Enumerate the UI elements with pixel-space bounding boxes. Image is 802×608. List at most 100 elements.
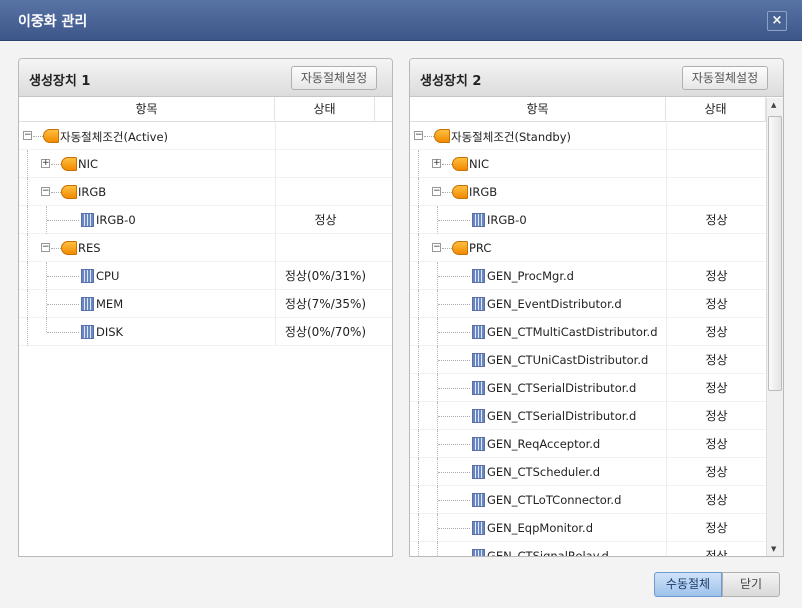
status-cell: [666, 150, 766, 178]
tree-line: [27, 234, 28, 262]
tree-line: [51, 248, 61, 249]
tree-line: [418, 318, 419, 346]
tree-line: [418, 206, 419, 234]
tree-item-label: GEN_CTScheduler.d: [487, 465, 601, 479]
tree-item-label: NIC: [469, 157, 490, 171]
auto-switch-settings-button[interactable]: 자동절체설정: [682, 66, 768, 90]
collapse-icon[interactable]: −: [23, 131, 32, 140]
tree-row[interactable]: GEN_EqpMonitor.d 정상: [410, 514, 783, 542]
tree-row[interactable]: GEN_CTSerialDistributor.d 정상: [410, 374, 783, 402]
document-icon: [81, 325, 94, 339]
tree-row[interactable]: DISK 정상(0%/70%): [19, 318, 392, 346]
document-icon: [472, 521, 485, 535]
tree-row[interactable]: GEN_CTSerialDistributor.d 정상: [410, 402, 783, 430]
collapse-icon[interactable]: −: [432, 243, 441, 252]
status-cell: 정상(0%/31%): [275, 262, 375, 290]
tree-line: [33, 136, 43, 137]
tree-row[interactable]: GEN_EventDistributor.d 정상: [410, 290, 783, 318]
status-cell: 정상(0%/70%): [275, 318, 375, 346]
column-header-item[interactable]: 항목: [19, 97, 275, 122]
tree-row[interactable]: + NIC: [19, 150, 392, 178]
tree-line: [27, 150, 28, 178]
tree-item-label: 자동절체조건(Active): [60, 130, 169, 144]
tree-line: [438, 332, 470, 333]
tree-line: [46, 318, 47, 332]
collapse-icon[interactable]: −: [432, 187, 441, 196]
tree-line: [418, 346, 419, 374]
tree-line: [438, 220, 470, 221]
tree-row[interactable]: GEN_CTSignalRelay.d 정상: [410, 542, 783, 557]
status-cell: 정상: [666, 290, 766, 318]
tree-line: [438, 528, 470, 529]
tree-row[interactable]: − PRC: [410, 234, 783, 262]
tree-row[interactable]: GEN_ProcMgr.d 정상: [410, 262, 783, 290]
document-icon: [472, 409, 485, 423]
scrollbar-thumb[interactable]: [768, 116, 782, 391]
tree-line: [438, 444, 470, 445]
tree-row[interactable]: − 자동절체조건(Active): [19, 122, 392, 150]
tree-line: [418, 374, 419, 402]
manual-switch-button[interactable]: 수동절체: [654, 572, 722, 597]
tree-row[interactable]: − RES: [19, 234, 392, 262]
tree-row[interactable]: MEM 정상(7%/35%): [19, 290, 392, 318]
tree-line: [47, 276, 79, 277]
tree-line: [418, 458, 419, 486]
device-panel-2: 생성장치 2 자동절체설정 항목 상태 − 자동절체조건(Standby) + NIC…: [409, 58, 784, 557]
tree-row[interactable]: GEN_CTUniCastDistributor.d 정상: [410, 346, 783, 374]
tree-row[interactable]: + NIC: [410, 150, 783, 178]
expand-icon[interactable]: +: [41, 159, 50, 168]
panel-title: 생성장치 1: [29, 74, 91, 89]
folder-icon: [61, 185, 77, 199]
document-icon: [472, 381, 485, 395]
status-cell: [666, 122, 766, 150]
folder-icon: [452, 185, 468, 199]
tree-row[interactable]: GEN_CTMultiCastDistributor.d 정상: [410, 318, 783, 346]
tree-row[interactable]: − 자동절체조건(Standby): [410, 122, 783, 150]
tree-line: [418, 290, 419, 318]
scroll-down-icon[interactable]: ▼: [771, 545, 776, 553]
vertical-scrollbar[interactable]: ▲ ▼: [766, 98, 783, 556]
tree-item-label: GEN_ReqAcceptor.d: [487, 437, 601, 451]
folder-icon: [452, 241, 468, 255]
folder-icon: [61, 157, 77, 171]
tree-row[interactable]: GEN_CTLoTConnector.d 정상: [410, 486, 783, 514]
tree-line: [47, 304, 79, 305]
tree-item-label: DISK: [96, 325, 124, 339]
tree-grid: − 자동절체조건(Active) + NIC − IRGB IRGB-0 정상 − RES CPU 정…: [19, 122, 392, 346]
collapse-icon[interactable]: −: [41, 187, 50, 196]
document-icon: [81, 269, 94, 283]
tree-row[interactable]: IRGB-0 정상: [19, 206, 392, 234]
scroll-up-icon[interactable]: ▲: [771, 101, 776, 109]
tree-line: [438, 556, 470, 557]
collapse-icon[interactable]: −: [41, 243, 50, 252]
status-cell: 정상: [666, 458, 766, 486]
tree-item-label: IRGB-0: [96, 213, 136, 227]
document-icon: [472, 325, 485, 339]
expand-icon[interactable]: +: [432, 159, 441, 168]
tree-row[interactable]: − IRGB: [19, 178, 392, 206]
auto-switch-settings-button[interactable]: 자동절체설정: [291, 66, 377, 90]
tree-line: [418, 402, 419, 430]
close-button[interactable]: 닫기: [722, 572, 780, 597]
column-header-status[interactable]: 상태: [666, 97, 766, 122]
tree-row[interactable]: IRGB-0 정상: [410, 206, 783, 234]
tree-row[interactable]: CPU 정상(0%/31%): [19, 262, 392, 290]
tree-item-label: PRC: [469, 241, 492, 255]
close-icon[interactable]: ×: [767, 11, 787, 31]
column-header-status[interactable]: 상태: [275, 97, 375, 122]
tree-line: [442, 248, 452, 249]
tree-line: [418, 262, 419, 290]
document-icon: [472, 437, 485, 451]
tree-row[interactable]: GEN_CTScheduler.d 정상: [410, 458, 783, 486]
status-cell: 정상: [666, 206, 766, 234]
tree-line: [424, 136, 434, 137]
tree-row[interactable]: GEN_ReqAcceptor.d 정상: [410, 430, 783, 458]
status-cell: 정상: [666, 514, 766, 542]
panel-title: 생성장치 2: [420, 74, 482, 89]
collapse-icon[interactable]: −: [414, 131, 423, 140]
tree-row[interactable]: − IRGB: [410, 178, 783, 206]
title-bar: 이중화 관리 ×: [0, 0, 802, 41]
document-icon: [472, 465, 485, 479]
status-cell: 정상: [666, 486, 766, 514]
column-header-item[interactable]: 항목: [410, 97, 666, 122]
